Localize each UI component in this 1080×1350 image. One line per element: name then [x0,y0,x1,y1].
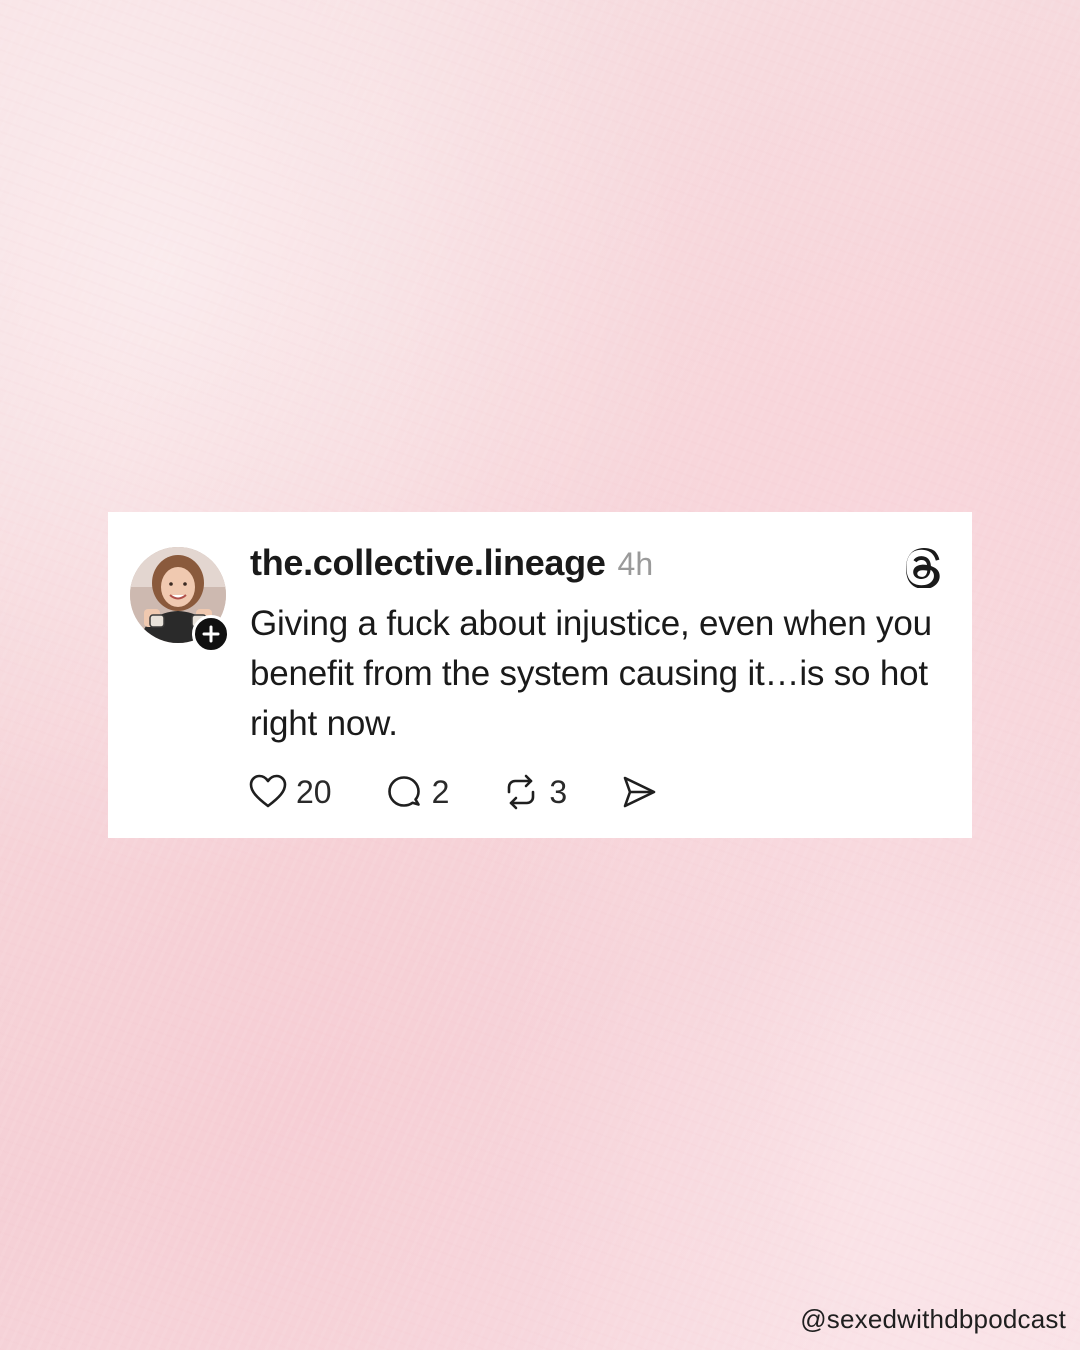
username-link[interactable]: the.collective.lineage [250,542,606,584]
like-count: 20 [296,773,332,810]
comment-count: 2 [431,773,450,810]
threads-post-card: the.collective.lineage 4h Giving a fuck … [108,512,972,838]
post-header: the.collective.lineage 4h [250,542,942,590]
heart-icon [249,774,287,808]
repost-icon [508,774,535,810]
follow-button[interactable] [192,615,230,653]
like-button[interactable]: 20 [248,772,332,812]
share-button[interactable] [619,772,659,812]
comment-bubble-icon [387,776,420,807]
repost-button[interactable]: 3 [501,772,567,812]
post-body-text: Giving a fuck about injustice, even when… [250,604,932,743]
avatar-container[interactable] [130,547,230,653]
threads-logo-icon [902,548,942,589]
comment-button[interactable]: 2 [384,772,450,812]
plus-icon [202,625,220,643]
send-icon [623,776,656,808]
repost-count: 3 [549,773,568,810]
watermark-handle: @sexedwithdbpodcast [800,1304,1066,1334]
post-timestamp: 4h [617,546,654,582]
post-actions-bar: 20 2 3 [248,770,711,814]
